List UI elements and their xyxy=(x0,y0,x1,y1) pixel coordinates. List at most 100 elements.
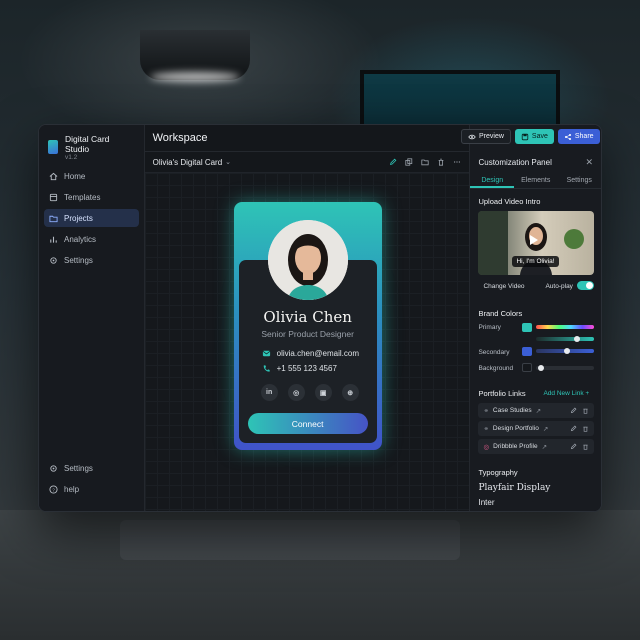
play-icon[interactable] xyxy=(530,235,539,245)
preview-button[interactable]: Preview xyxy=(461,129,511,144)
tab-elements[interactable]: Elements xyxy=(514,173,558,188)
sidebar: Digital Card Studio v1.2 Home Templates … xyxy=(39,125,145,511)
instagram-icon[interactable]: ▣ xyxy=(314,384,332,401)
customization-panel: Customization Panel ✕ Design Elements Se… xyxy=(469,125,601,511)
sidebar-item-label: Settings xyxy=(64,255,93,265)
autoplay-toggle[interactable] xyxy=(577,281,595,290)
more-icon[interactable] xyxy=(453,158,461,166)
gear-icon xyxy=(50,256,57,264)
app-window: Digital Card Studio v1.2 Home Templates … xyxy=(38,124,602,512)
brand-colors-title: Brand Colors xyxy=(478,309,523,318)
sidebar-item-label: Projects xyxy=(64,213,93,223)
avatar xyxy=(267,220,348,300)
change-video-button[interactable]: Change Video xyxy=(483,283,524,290)
card-socials: in ◎ ▣ ⊕ xyxy=(260,384,359,401)
profile-photo xyxy=(267,220,348,300)
website-icon[interactable]: ⊕ xyxy=(341,384,359,401)
external-link-icon: ↗ xyxy=(535,407,542,415)
primary-swatch[interactable] xyxy=(522,323,533,332)
trash-icon[interactable] xyxy=(582,425,589,432)
panel-tabs: Design Elements Settings xyxy=(470,173,601,189)
app-version: v1.2 xyxy=(64,153,78,161)
card-phone[interactable]: +1 555 123 4567 xyxy=(262,364,337,373)
design-canvas[interactable]: Olivia Chen Senior Product Designer oliv… xyxy=(144,173,470,511)
chart-icon xyxy=(50,236,57,243)
primary-hue-slider[interactable] xyxy=(536,325,595,329)
dribbble-icon[interactable]: ◎ xyxy=(287,384,305,401)
phone-icon xyxy=(263,365,270,372)
duplicate-icon[interactable] xyxy=(405,158,413,166)
secondary-label: Secondary xyxy=(478,349,510,356)
external-link-icon: ↗ xyxy=(542,425,549,433)
workspace: Workspace Olivia's Digital Card ⌄ Olivia… xyxy=(144,125,470,511)
share-label: Share xyxy=(574,133,594,140)
share-icon xyxy=(564,133,571,140)
mail-icon xyxy=(262,350,270,357)
card-selector-label: Olivia's Digital Card xyxy=(152,157,223,167)
connect-button[interactable]: Connect xyxy=(247,413,368,434)
tab-settings[interactable]: Settings xyxy=(558,173,602,188)
video-preview[interactable]: Hi, I'm Olivia! xyxy=(478,211,595,275)
save-icon xyxy=(521,133,529,140)
chevron-down-icon: ⌄ xyxy=(225,159,232,166)
add-link-button[interactable]: Add New Link + xyxy=(543,390,589,397)
editor-tools xyxy=(389,158,461,166)
editor-toolbar: Olivia's Digital Card ⌄ xyxy=(144,152,470,173)
workspace-header: Workspace xyxy=(144,125,470,152)
sidebar-item-projects[interactable]: Projects xyxy=(44,209,139,227)
sidebar-item-templates[interactable]: Templates xyxy=(44,188,139,206)
share-button[interactable]: Share xyxy=(557,129,600,144)
primary-shade-knob[interactable] xyxy=(574,336,581,342)
background-slider[interactable] xyxy=(536,366,595,370)
digital-card-preview[interactable]: Olivia Chen Senior Product Designer oliv… xyxy=(233,202,382,450)
edit-icon[interactable] xyxy=(570,425,577,432)
edit-icon[interactable] xyxy=(570,407,577,414)
heading-font-select[interactable]: Playfair Display xyxy=(478,483,550,493)
portfolio-link-row[interactable]: ⚭ Case Studies ↗ xyxy=(478,403,595,418)
body-font-select[interactable]: Inter xyxy=(478,498,494,507)
tab-design[interactable]: Design xyxy=(470,173,514,188)
sidebar-item-label: Templates xyxy=(64,192,101,202)
link-icon: ⚭ xyxy=(483,425,489,433)
save-button[interactable]: Save xyxy=(514,129,554,144)
close-icon[interactable]: ✕ xyxy=(585,157,593,168)
portfolio-title: Portfolio Links xyxy=(478,389,526,398)
edit-icon[interactable] xyxy=(570,443,577,450)
sidebar-item-home[interactable]: Home xyxy=(44,167,139,185)
sidebar-item-label: Settings xyxy=(64,463,93,473)
background-label: Background xyxy=(478,365,514,372)
background-knob[interactable] xyxy=(538,365,545,371)
secondary-swatch[interactable] xyxy=(522,347,533,356)
portfolio-link-label: Design Portfolio xyxy=(492,425,539,432)
video-overlay-text: Hi, I'm Olivia! xyxy=(512,256,559,267)
trash-icon[interactable] xyxy=(582,407,589,414)
background-swatch[interactable] xyxy=(522,363,533,372)
sidebar-item-help[interactable]: ? help xyxy=(44,480,139,498)
folder-icon[interactable] xyxy=(421,158,430,166)
trash-icon[interactable] xyxy=(437,158,445,166)
folder-icon xyxy=(49,215,58,222)
edit-icon[interactable] xyxy=(389,158,397,166)
secondary-knob[interactable] xyxy=(564,348,571,354)
svg-text:?: ? xyxy=(52,487,55,492)
sidebar-item-label: Home xyxy=(64,171,86,181)
primary-label: Primary xyxy=(478,324,501,331)
card-email[interactable]: olivia.chen@email.com xyxy=(262,349,359,358)
sidebar-item-settings-bottom[interactable]: Settings xyxy=(44,459,139,477)
video-section-title: Upload Video Intro xyxy=(478,197,541,206)
linkedin-icon[interactable]: in xyxy=(260,384,278,401)
portfolio-link-row[interactable]: ◎ Dribbble Profile ↗ xyxy=(478,439,595,454)
sidebar-item-analytics[interactable]: Analytics xyxy=(44,230,139,248)
sidebar-nav: Home Templates Projects Analytics Settin… xyxy=(39,167,144,269)
portfolio-link-row[interactable]: ⚭ Design Portfolio ↗ xyxy=(478,421,595,436)
card-role: Senior Product Designer xyxy=(261,329,354,339)
typography-title: Typography xyxy=(478,468,518,477)
app-name: Digital Card Studio xyxy=(64,133,110,154)
sidebar-item-settings[interactable]: Settings xyxy=(44,251,139,269)
primary-shade-slider[interactable] xyxy=(536,337,595,341)
card-email-text: olivia.chen@email.com xyxy=(276,349,359,358)
trash-icon[interactable] xyxy=(582,443,589,450)
preview-label: Preview xyxy=(479,133,504,140)
card-selector[interactable]: Olivia's Digital Card ⌄ xyxy=(153,158,231,167)
sidebar-item-label: help xyxy=(64,484,80,494)
